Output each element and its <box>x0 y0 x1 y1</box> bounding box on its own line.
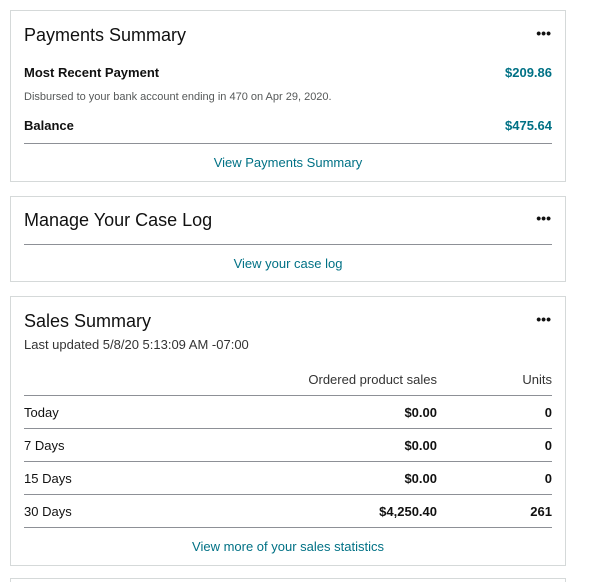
sales-summary-card: Sales Summary ••• Last updated 5/8/20 5:… <box>10 296 566 566</box>
sales-last-updated: Last updated 5/8/20 5:13:09 AM -07:00 <box>24 337 249 352</box>
sales-divider <box>24 527 552 528</box>
row-sales: $0.00 <box>404 471 437 486</box>
row-period: 30 Days <box>24 504 72 519</box>
header-units: Units <box>522 372 552 387</box>
next-card-edge <box>10 578 566 582</box>
case-log-divider <box>24 244 552 245</box>
balance-label: Balance <box>24 118 74 133</box>
most-recent-payment-label: Most Recent Payment <box>24 65 160 80</box>
table-row: 7 Days $0.00 0 <box>24 428 552 462</box>
sales-summary-title: Sales Summary <box>24 311 152 331</box>
payments-menu-icon[interactable]: ••• <box>536 25 551 41</box>
row-period: 7 Days <box>24 438 65 453</box>
case-log-menu-icon[interactable]: ••• <box>536 210 551 226</box>
row-units: 0 <box>544 438 552 453</box>
most-recent-payment-row: Most Recent Payment $209.86 <box>24 65 552 80</box>
table-row: 30 Days $4,250.40 261 <box>24 494 552 528</box>
balance-value: $475.64 <box>505 118 552 133</box>
row-units: 0 <box>544 471 552 486</box>
payments-divider <box>24 143 552 144</box>
row-period: Today <box>24 405 59 420</box>
payments-summary-card: Payments Summary ••• Most Recent Payment… <box>10 10 566 182</box>
row-sales: $0.00 <box>404 438 437 453</box>
case-log-card: Manage Your Case Log ••• View your case … <box>10 196 566 282</box>
disbursed-note: Disbursed to your bank account ending in… <box>24 91 332 103</box>
view-payments-summary-link[interactable]: View Payments Summary <box>11 155 565 170</box>
payments-summary-title: Payments Summary <box>24 25 187 45</box>
row-units: 0 <box>544 405 552 420</box>
view-case-log-link[interactable]: View your case log <box>11 256 565 271</box>
row-units: 261 <box>530 504 552 519</box>
header-ordered-product-sales: Ordered product sales <box>308 372 437 387</box>
sales-menu-icon[interactable]: ••• <box>536 311 551 327</box>
case-log-title: Manage Your Case Log <box>24 210 213 230</box>
table-row: 15 Days $0.00 0 <box>24 461 552 495</box>
table-row: Today $0.00 0 <box>24 395 552 429</box>
view-sales-statistics-link[interactable]: View more of your sales statistics <box>11 539 565 554</box>
row-sales: $0.00 <box>404 405 437 420</box>
row-sales: $4,250.40 <box>379 504 437 519</box>
balance-row: Balance $475.64 <box>24 118 552 133</box>
most-recent-payment-value: $209.86 <box>505 65 552 80</box>
row-period: 15 Days <box>24 471 72 486</box>
